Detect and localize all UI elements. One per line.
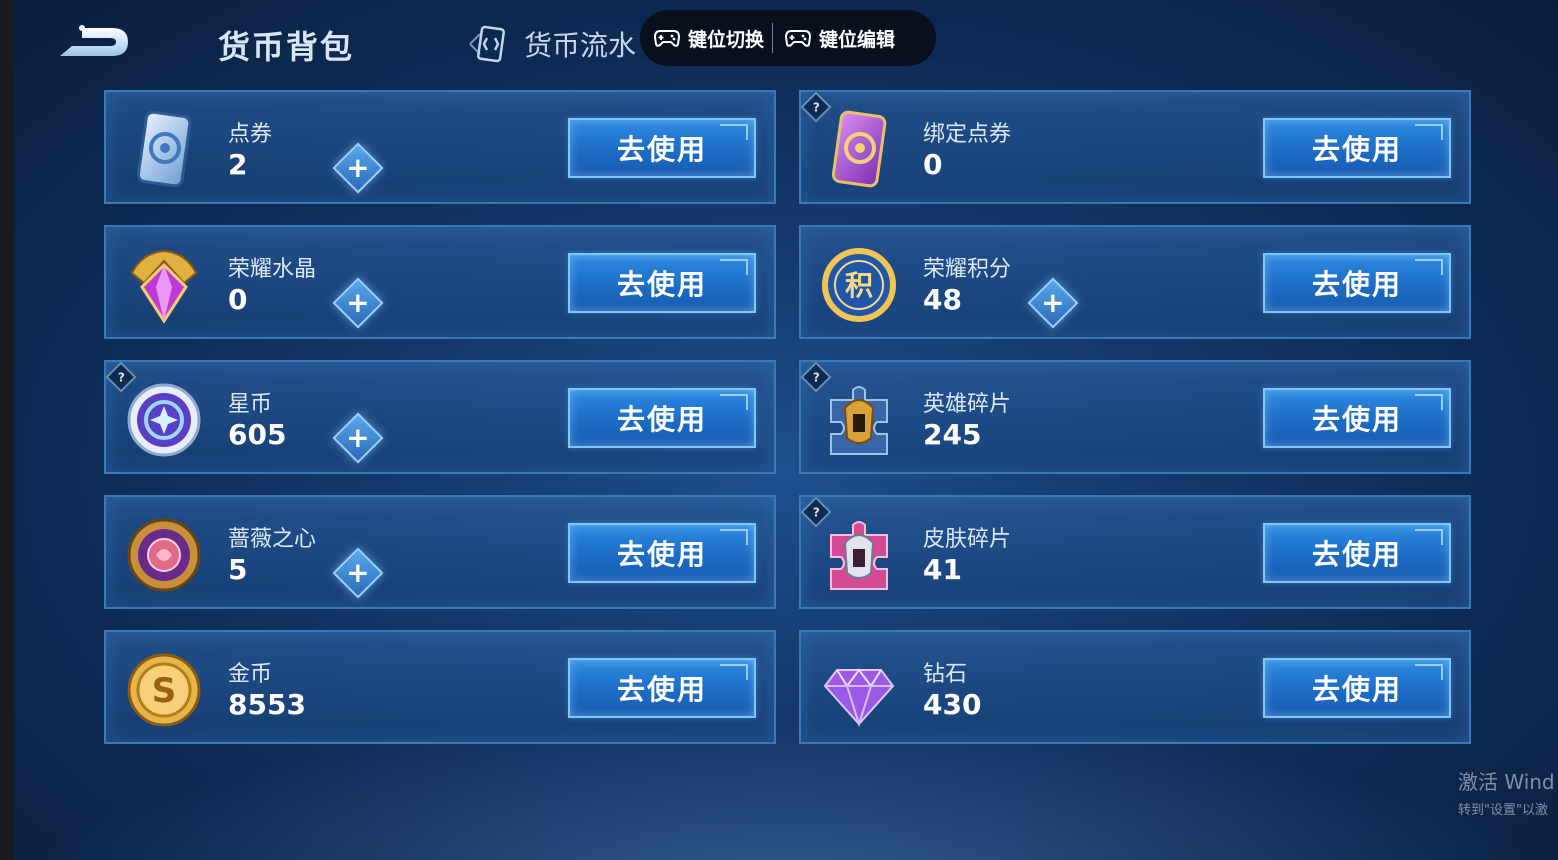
recharge-plus-button[interactable]: + (1027, 277, 1079, 329)
currency-name: 钻石 (923, 662, 968, 687)
recharge-plus-button[interactable]: + (332, 142, 384, 194)
currency-name: 星币 (228, 392, 273, 417)
recharge-plus-button[interactable]: + (332, 547, 384, 599)
tab-currency-flow-label: 货币流水 (524, 29, 637, 62)
use-button[interactable]: 去使用 (568, 523, 756, 583)
currency-value: 245 (923, 418, 982, 451)
glory-crystal-icon (130, 249, 198, 324)
currency-name: 金币 (228, 662, 273, 687)
plus-icon: + (1041, 286, 1065, 319)
gamepad-icon (654, 30, 680, 47)
currency-name: 皮肤碎片 (923, 527, 1012, 552)
currency-value: 2 (228, 148, 248, 181)
currency-card-glory-crystal: 荣耀水晶 0 + 去使用 (104, 225, 776, 339)
use-button[interactable]: 去使用 (568, 388, 756, 448)
currency-card-diamond: 钻石 430 去使用 (799, 630, 1471, 744)
coupon-card-icon (136, 110, 192, 188)
currency-card-coupon: 点券 2 + 去使用 (104, 90, 776, 204)
currency-value: 0 (923, 148, 943, 181)
currency-value: 430 (923, 688, 982, 721)
currency-name: 荣耀积分 (923, 257, 1012, 282)
use-button[interactable]: 去使用 (1263, 388, 1451, 448)
page-title: 货币背包 (218, 28, 355, 66)
keymap-switch-label: 键位切换 (688, 28, 765, 51)
diamond-icon (823, 668, 895, 728)
recharge-plus-button[interactable]: + (332, 277, 384, 329)
windows-activation-watermark: 激活 Wind 转到"设置"以激 (1458, 766, 1555, 818)
use-button[interactable]: 去使用 (568, 118, 756, 178)
tab-currency-flow[interactable]: 货币流水 (466, 24, 636, 64)
hero-fragment-icon (830, 386, 888, 455)
currency-value: 48 (923, 283, 962, 316)
svg-text:积: 积 (845, 269, 873, 302)
plus-icon: + (346, 421, 370, 454)
currency-value: 0 (228, 283, 248, 316)
back-arrow-icon (60, 25, 128, 56)
currency-name: 蔷薇之心 (228, 527, 317, 552)
currency-value: 8553 (228, 688, 306, 721)
flow-card-icon (469, 25, 505, 63)
skin-fragment-icon (830, 521, 888, 590)
use-button[interactable]: 去使用 (1263, 253, 1451, 313)
keymap-edit-button[interactable]: 键位编辑 (785, 25, 895, 52)
use-button[interactable]: 去使用 (1263, 523, 1451, 583)
gold-coin-icon: S (127, 653, 201, 727)
currency-name: 英雄碎片 (923, 392, 1012, 417)
recharge-plus-button[interactable]: + (332, 412, 384, 464)
back-button[interactable] (52, 22, 134, 62)
keymap-toolbar: 键位切换 键位编辑 (640, 10, 936, 66)
currency-card-bound-coupon: ? 绑定点券 0 去使用 (799, 90, 1471, 204)
currency-name: 荣耀水晶 (228, 257, 317, 282)
plus-icon: + (346, 151, 370, 184)
use-button[interactable]: 去使用 (1263, 118, 1451, 178)
watermark-subtitle: 转到"设置"以激 (1458, 803, 1548, 818)
bound-coupon-card-icon (831, 110, 887, 188)
plus-icon: + (346, 286, 370, 319)
svg-text:S: S (152, 671, 177, 711)
left-window-edge (0, 0, 14, 860)
keymap-switch-button[interactable]: 键位切换 (654, 25, 764, 52)
currency-card-rose-heart: 蔷薇之心 5 + 去使用 (104, 495, 776, 609)
use-button[interactable]: 去使用 (568, 253, 756, 313)
currency-name: 绑定点券 (923, 122, 1012, 147)
currency-value: 5 (228, 553, 248, 586)
currency-card-gold-coin: S 金币 8553 去使用 (104, 630, 776, 744)
rose-heart-icon (127, 518, 201, 592)
currency-value: 41 (923, 553, 962, 586)
toolbar-divider (772, 23, 774, 53)
star-coin-icon (127, 383, 201, 457)
currency-name: 点券 (228, 122, 273, 147)
use-button[interactable]: 去使用 (568, 658, 756, 718)
use-button[interactable]: 去使用 (1263, 658, 1451, 718)
gamepad-icon (785, 30, 812, 47)
currency-card-star-coin: ? 星币 605 + 去使用 (104, 360, 776, 474)
plus-icon: + (346, 556, 370, 589)
currency-card-hero-fragment: ? 英雄碎片 245 去使用 (799, 360, 1471, 474)
currency-card-skin-fragment: ? 皮肤碎片 41 去使用 (799, 495, 1471, 609)
currency-value: 605 (228, 418, 287, 451)
watermark-title: 激活 Wind (1458, 770, 1555, 794)
glory-points-icon: 积 (822, 248, 896, 322)
keymap-edit-label: 键位编辑 (819, 28, 896, 51)
currency-card-glory-points: 积 荣耀积分 48 + 去使用 (799, 225, 1471, 339)
